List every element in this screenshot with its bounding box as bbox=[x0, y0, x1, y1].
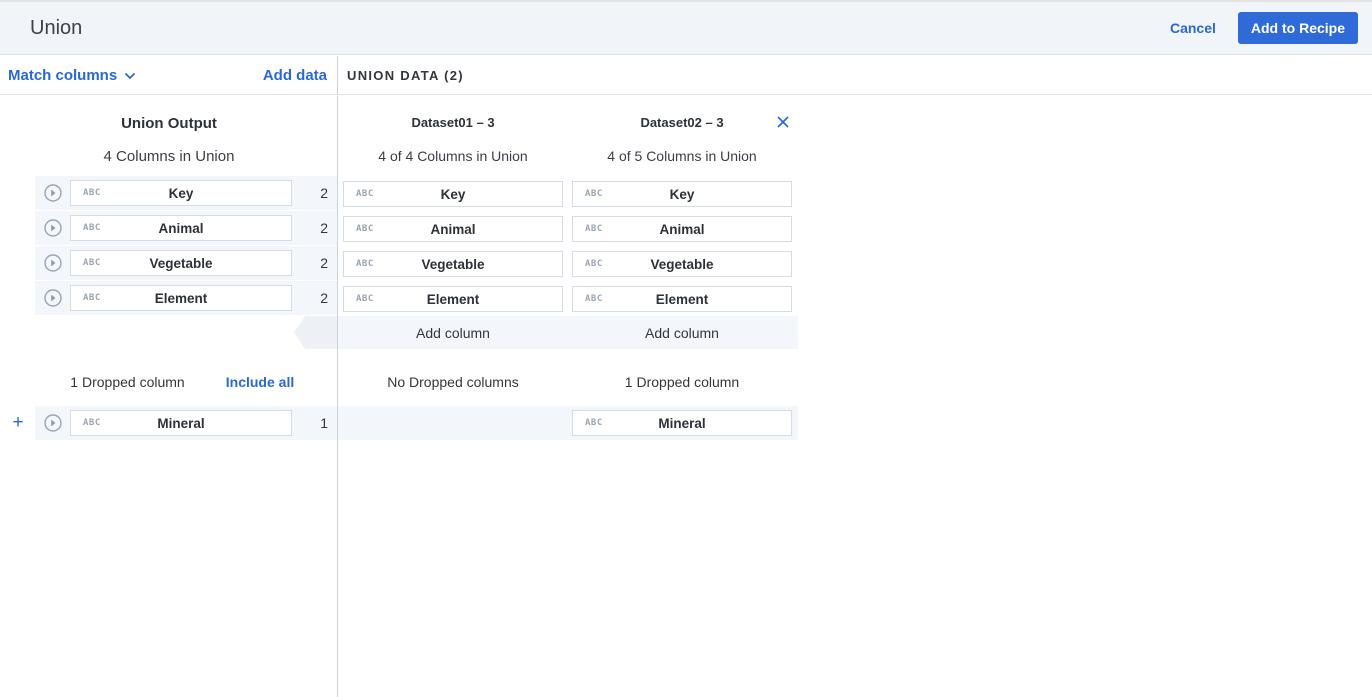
dataset-subtitle: 4 of 4 Columns in Union bbox=[378, 148, 528, 164]
string-type-icon: ABC bbox=[356, 294, 374, 304]
string-type-icon: ABC bbox=[585, 418, 603, 428]
column-match-count: 2 bbox=[320, 185, 328, 201]
string-type-icon: ABC bbox=[356, 189, 374, 199]
dropped-column-field[interactable]: ABC Mineral bbox=[572, 410, 792, 436]
dataset-column-field[interactable]: ABC Element bbox=[572, 286, 792, 312]
union-output-header: Union Output 4 Columns in Union bbox=[0, 96, 337, 176]
add-data-button[interactable]: Add data bbox=[263, 67, 327, 84]
add-column-connector-notch bbox=[294, 316, 337, 349]
dataset-column-field[interactable]: ABC Key bbox=[572, 181, 792, 207]
dropped-summary-label: 1 Dropped column bbox=[70, 374, 185, 390]
column-name: Vegetable bbox=[421, 256, 485, 272]
union-output-title: Union Output bbox=[121, 115, 217, 132]
column-name: Animal bbox=[158, 220, 204, 236]
string-type-icon: ABC bbox=[83, 418, 101, 428]
add-column-button[interactable]: Add column bbox=[343, 316, 563, 349]
dataset-column-field[interactable]: ABC Key bbox=[343, 181, 563, 207]
dataset-title: Dataset01 – 3 bbox=[411, 115, 495, 130]
column-name-field[interactable]: ABC Mineral bbox=[70, 410, 292, 436]
add-column-row: Add column Add column bbox=[338, 316, 1372, 351]
column-name: Key bbox=[440, 186, 466, 202]
dataset-field-row: ABC Key ABC Key bbox=[338, 176, 1372, 211]
column-match-count: 2 bbox=[320, 290, 328, 306]
union-column-row: ABC Animal 2 bbox=[0, 211, 337, 245]
match-columns-dropdown[interactable]: Match columns bbox=[8, 67, 136, 84]
string-type-icon: ABC bbox=[83, 188, 101, 198]
column-name-field[interactable]: ABC Element bbox=[70, 285, 292, 311]
column-match-count: 1 bbox=[320, 415, 328, 431]
page-title: Union bbox=[30, 16, 83, 39]
column-name: Mineral bbox=[157, 415, 205, 431]
union-column-row: ABC Vegetable 2 bbox=[0, 246, 337, 280]
union-column-row: ABC Element 2 bbox=[0, 281, 337, 315]
dataset-column-field[interactable]: ABC Animal bbox=[572, 216, 792, 242]
add-column-button[interactable]: Add column bbox=[572, 316, 792, 349]
expand-row-icon[interactable] bbox=[44, 289, 62, 307]
toolbar-left-section: Match columns Add data bbox=[0, 56, 338, 95]
chevron-down-icon bbox=[125, 72, 136, 79]
string-type-icon: ABC bbox=[83, 223, 101, 233]
connector-row bbox=[0, 316, 337, 351]
string-type-icon: ABC bbox=[83, 293, 101, 303]
column-name: Animal bbox=[430, 221, 476, 237]
expand-row-icon[interactable] bbox=[44, 414, 62, 432]
string-type-icon: ABC bbox=[83, 258, 101, 268]
dropped-rows: + ABC Mineral 1 bbox=[0, 406, 337, 440]
column-match-count: 2 bbox=[320, 220, 328, 236]
column-name: Key bbox=[669, 186, 695, 202]
top-header-bar: Union Cancel Add to Recipe bbox=[0, 2, 1372, 55]
string-type-icon: ABC bbox=[585, 259, 603, 269]
expand-row-icon[interactable] bbox=[44, 254, 62, 272]
column-name: Element bbox=[154, 290, 208, 306]
dataset-column-field[interactable]: ABC Animal bbox=[343, 216, 563, 242]
column-name-field[interactable]: ABC Animal bbox=[70, 215, 292, 241]
union-column-row: ABC Key 2 bbox=[0, 176, 337, 210]
expand-row-icon[interactable] bbox=[44, 184, 62, 202]
string-type-icon: ABC bbox=[585, 294, 603, 304]
column-name: Mineral bbox=[658, 415, 706, 431]
add-plus-icon[interactable]: + bbox=[8, 406, 28, 440]
dataset-title: Dataset02 – 3 bbox=[640, 115, 724, 130]
column-name: Animal bbox=[659, 221, 705, 237]
dataset-field-row: ABC Animal ABC Animal bbox=[338, 211, 1372, 246]
union-output-panel: Union Output 4 Columns in Union ABC Key 2 A… bbox=[0, 96, 338, 697]
union-data-heading: UNION DATA (2) bbox=[347, 68, 464, 83]
string-type-icon: ABC bbox=[356, 224, 374, 234]
string-type-icon: ABC bbox=[356, 259, 374, 269]
dataset-field-rows: ABC Key ABC Key ABC Animal ABC Animal ABC Vegetab… bbox=[338, 176, 1372, 316]
dataset-column-field[interactable]: ABC Element bbox=[343, 286, 563, 312]
column-name: Vegetable bbox=[650, 256, 714, 272]
dataset-header-row: Dataset01 – 3 4 of 4 Columns in Union Data… bbox=[338, 96, 1372, 176]
string-type-icon: ABC bbox=[585, 189, 603, 199]
dataset-dropped-row: ABC Mineral bbox=[338, 406, 1372, 440]
add-to-recipe-button[interactable]: Add to Recipe bbox=[1237, 12, 1358, 44]
union-output-subtitle: 4 Columns in Union bbox=[103, 148, 235, 165]
dataset-subtitle: 4 of 5 Columns in Union bbox=[607, 148, 757, 164]
dataset-field-row: ABC Element ABC Element bbox=[338, 281, 1372, 316]
dataset-column-field[interactable]: ABC Vegetable bbox=[343, 251, 563, 277]
include-all-button[interactable]: Include all bbox=[224, 374, 296, 390]
dataset-field-row: ABC Vegetable ABC Vegetable bbox=[338, 246, 1372, 281]
dropped-column-row: + ABC Mineral 1 bbox=[0, 406, 337, 440]
union-output-rows: ABC Key 2 ABC Animal 2 ABC Vegetable 2 ABC Element… bbox=[0, 176, 337, 315]
column-name: Key bbox=[168, 185, 194, 201]
column-match-count: 2 bbox=[320, 255, 328, 271]
column-name: Vegetable bbox=[149, 255, 213, 271]
secondary-toolbar: Match columns Add data UNION DATA (2) bbox=[0, 56, 1372, 95]
dataset-dropped-summary-row: No Dropped columns 1 Dropped column bbox=[338, 361, 1372, 406]
column-name: Element bbox=[426, 291, 480, 307]
column-name-field[interactable]: ABC Key bbox=[70, 180, 292, 206]
expand-row-icon[interactable] bbox=[44, 219, 62, 237]
union-data-panel: Dataset01 – 3 4 of 4 Columns in Union Data… bbox=[338, 96, 1372, 697]
dataset-column-field[interactable]: ABC Vegetable bbox=[572, 251, 792, 277]
column-name-field[interactable]: ABC Vegetable bbox=[70, 250, 292, 276]
dropped-summary-row: 1 Dropped column Include all bbox=[0, 361, 337, 406]
column-name: Element bbox=[655, 291, 709, 307]
string-type-icon: ABC bbox=[585, 224, 603, 234]
cancel-button[interactable]: Cancel bbox=[1170, 20, 1216, 36]
dataset-dropped-summary: 1 Dropped column bbox=[624, 374, 740, 390]
match-columns-label: Match columns bbox=[8, 67, 118, 84]
dataset-dropped-summary: No Dropped columns bbox=[387, 374, 519, 390]
